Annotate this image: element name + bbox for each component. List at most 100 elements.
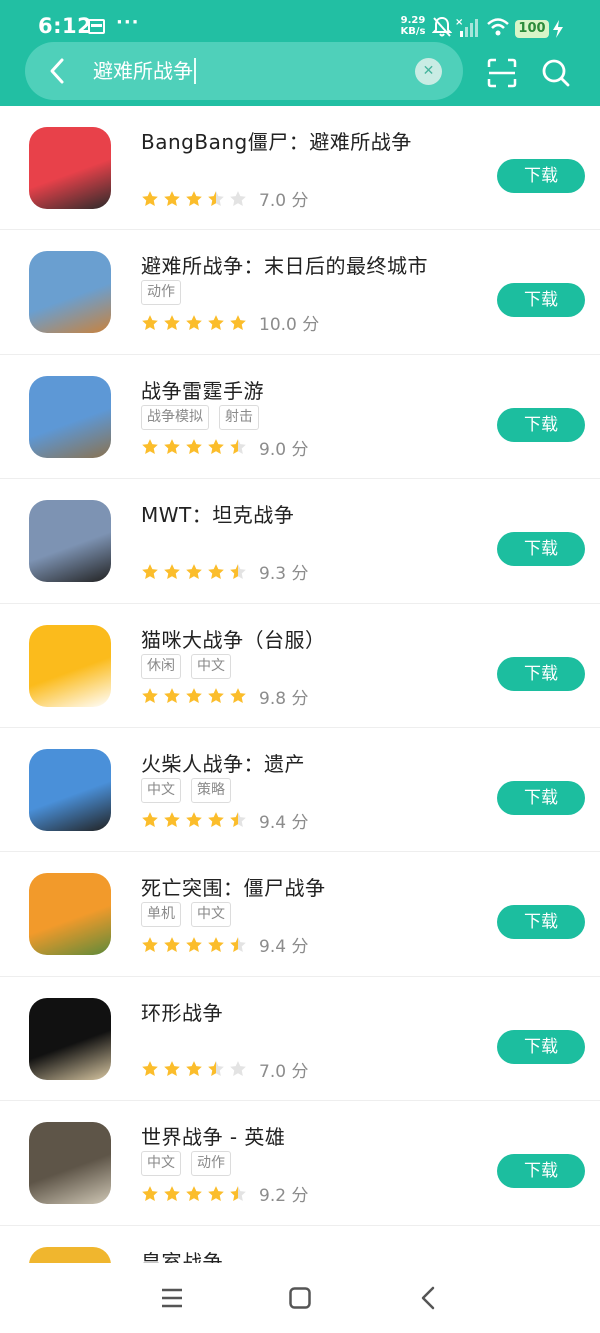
star-icon [142,563,158,579]
star-icon [164,315,180,330]
app-list-item[interactable]: 避难所战争：末日后的最终城市 动作 10.0 分 下载 [0,230,600,355]
scan-button[interactable] [486,57,518,89]
star-icon [164,1185,180,1201]
app-rating: 7.0 分 [141,1057,308,1082]
app-tag: 中文 [141,1151,181,1177]
app-list-item[interactable]: 战争雷霆手游 战争模拟 射击 9.0 分 下载 [0,355,600,480]
rating-score: 7.0 分 [259,191,309,211]
download-button[interactable]: 下载 [497,1029,585,1064]
app-list-item[interactable]: 火柴人战争：遗产 中文 策略 9.4 分 下载 [0,728,600,853]
star-icon [230,936,246,952]
download-button[interactable]: 下载 [497,407,585,442]
nav-back-button[interactable] [413,1283,443,1313]
app-name[interactable]: BangBang僵尸：避难所战争 [141,126,412,155]
app-list-item[interactable]: 猫咪大战争（台服） 休闲 中文 9.8 分 下载 [0,604,600,728]
download-button[interactable]: 下载 [497,1154,585,1189]
star-icon [164,439,180,455]
app-tag: 动作 [191,1151,231,1177]
download-button[interactable]: 下载 [497,532,585,567]
app-name[interactable]: 皇室战争 [141,1246,223,1263]
app-icon[interactable] [29,624,111,707]
star-icon [142,812,158,828]
download-button[interactable]: 下载 [497,780,585,815]
app-icon[interactable] [29,1122,111,1205]
star-icon [230,1061,246,1077]
app-tag: 单机 [141,902,181,928]
search-input[interactable]: 避难所战争 [93,58,196,84]
app-icon[interactable] [29,127,111,209]
star-icon [230,190,246,206]
app-icon[interactable] [29,873,111,956]
app-tag: 中文 [191,902,231,928]
app-tag: 战争模拟 [141,404,209,430]
app-tags: 动作 [141,280,181,306]
app-list-item[interactable]: BangBang僵尸：避难所战争 7.0 分 下载 [0,106,600,231]
download-button[interactable]: 下载 [497,656,585,691]
app-name[interactable]: MWT：坦克战争 [141,499,294,528]
app-icon[interactable] [29,500,111,583]
app-list-item[interactable]: 皇室战争 [0,1226,600,1263]
network-speed-value: 9.29 [400,15,426,26]
status-bar: 6:12 ··· 9.29 KB/s × 100 [0,0,600,42]
rating-score: 9.4 分 [259,812,309,833]
star-icon [208,439,224,455]
nav-menu-button[interactable] [157,1283,187,1313]
star-icon [164,563,180,579]
app-tags: 休闲 中文 [141,653,231,679]
star-icon [142,190,158,206]
download-button[interactable]: 下载 [497,159,585,193]
clear-search-button[interactable]: ✕ [415,58,442,85]
app-icon[interactable] [29,251,111,334]
home-square-icon [289,1287,311,1309]
star-icon [186,688,202,704]
app-icon[interactable] [29,997,111,1080]
search-results-list[interactable]: BangBang僵尸：避难所战争 7.0 分下载 避难所战争：末日后的最终城市 动作 1… [0,106,600,1263]
app-tags: 中文 策略 [141,777,231,803]
app-rating: 9.0 分 [141,435,308,460]
app-name[interactable]: 猫咪大战争（台服） [141,624,326,653]
star-icon [208,1185,224,1201]
star-icon [142,315,158,330]
app-list-item[interactable]: MWT：坦克战争 9.3 分 下载 [0,479,600,604]
rating-score: 7.0 分 [259,1061,309,1082]
download-button[interactable]: 下载 [497,905,585,940]
app-icon[interactable] [29,748,111,831]
star-icon [230,439,246,455]
back-button[interactable] [40,54,74,88]
download-button[interactable]: 下载 [497,283,585,318]
star-icon [142,439,158,455]
star-icon [186,812,202,828]
app-list-item[interactable]: 环形战争 7.0 分 下载 [0,977,600,1102]
app-name[interactable]: 死亡突围：僵尸战争 [141,872,326,901]
search-button[interactable] [540,57,572,89]
app-name[interactable]: 战争雷霆手游 [141,375,264,404]
rating-stars [141,438,247,456]
app-name[interactable]: 避难所战争：末日后的最终城市 [141,250,428,279]
search-box[interactable] [25,42,463,100]
network-speed-unit: KB/s [400,26,426,37]
app-tags: 战争模拟 射击 [141,404,259,430]
rating-score: 9.4 分 [259,937,309,958]
star-icon [186,563,202,579]
app-name[interactable]: 火柴人战争：遗产 [141,748,305,777]
star-icon [164,190,180,206]
app-header: 6:12 ··· 9.29 KB/s × 100 避难所战争 ✕ [0,0,600,106]
app-rating: 9.3 分 [141,559,308,584]
rating-stars [141,1060,247,1078]
app-list-item[interactable]: 死亡突围：僵尸战争 单机 中文 9.4 分 下载 [0,852,600,977]
rating-score: 9.2 分 [259,1186,309,1207]
star-icon [208,1061,224,1077]
wifi-icon [487,18,509,36]
app-name[interactable]: 世界战争 - 英雄 [141,1121,285,1150]
app-icon[interactable] [29,375,111,458]
app-icon[interactable] [29,1246,111,1263]
star-icon [208,315,224,330]
rating-score: 9.0 分 [259,439,309,460]
rating-stars [141,314,247,332]
app-name[interactable]: 环形战争 [141,997,223,1026]
rating-stars [141,563,247,581]
scan-icon [487,58,517,88]
app-list-item[interactable]: 世界战争 - 英雄 中文 动作 9.2 分 下载 [0,1101,600,1226]
star-icon [164,688,180,704]
nav-home-button[interactable] [285,1283,315,1313]
